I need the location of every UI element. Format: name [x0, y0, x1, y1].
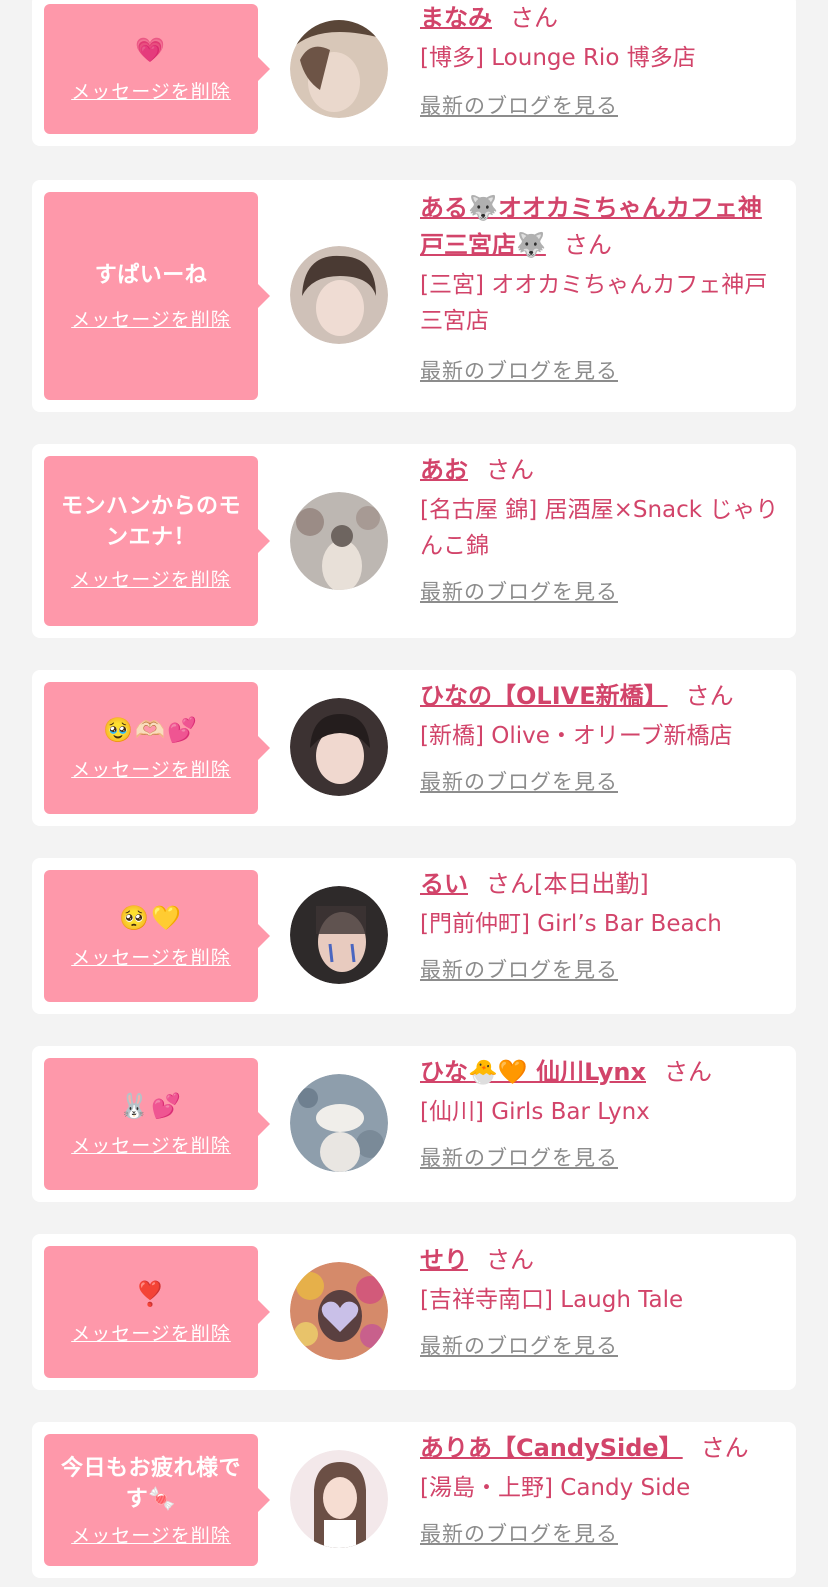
message-bubble: 🥹🫶🏻💕 メッセージを削除: [44, 682, 270, 814]
avatar-image: [290, 20, 388, 118]
message-text: 🥹🫶🏻💕: [103, 715, 199, 744]
cast-name-link[interactable]: せり: [420, 1246, 468, 1274]
honorific: さん: [664, 1058, 712, 1086]
avatar-image: [290, 1450, 388, 1548]
honorific: さん: [563, 231, 612, 259]
delete-message-link[interactable]: メッセージを削除: [71, 77, 231, 104]
latest-blog-link[interactable]: 最新のブログを見る: [420, 90, 618, 120]
message-card: モンハンからのモンエナ！ メッセージを削除 あお さん [名古屋 錦] 居酒屋×S…: [32, 444, 796, 638]
avatar[interactable]: [290, 492, 388, 590]
cast-name-line: あお さん: [420, 452, 782, 489]
shop-name: [吉祥寺南口] Laugh Tale: [420, 1287, 684, 1313]
delete-message-link[interactable]: メッセージを削除: [71, 1319, 231, 1346]
shop-name: [門前仲町] Girl’s Bar Beach: [420, 911, 722, 937]
shop-name: [三宮] オオカミちゃんカフェ神戸三宮店: [420, 272, 768, 334]
cast-name-line: まなみ さん: [420, 0, 782, 37]
avatar[interactable]: [290, 1074, 388, 1172]
avatar[interactable]: [290, 886, 388, 984]
honorific: さん: [486, 456, 534, 484]
avatar-image: [290, 246, 388, 344]
latest-blog-link[interactable]: 最新のブログを見る: [420, 766, 618, 796]
delete-message-link[interactable]: メッセージを削除: [71, 565, 231, 592]
latest-blog-link[interactable]: 最新のブログを見る: [420, 1518, 618, 1548]
message-card: 🥺💛 メッセージを削除 るい さん[本日出勤] [門前仲町] Girl’s Bar…: [32, 858, 796, 1014]
cast-name-line: るい さん[本日出勤]: [420, 866, 782, 903]
message-card: ❣️ メッセージを削除 せり さん [吉祥寺南口] Laugh Tale 最新のブ…: [32, 1234, 796, 1390]
avatar-image: [290, 1074, 388, 1172]
message-text: 🥺💛: [119, 903, 183, 932]
latest-blog-link[interactable]: 最新のブログを見る: [420, 576, 618, 606]
delete-message-link[interactable]: メッセージを削除: [71, 755, 231, 782]
message-list: 💗 メッセージを削除 まなみ さん [博多] Lounge Rio 博多店 最新の…: [0, 0, 828, 1587]
message-card: 今日もお疲れ様です🍬 メッセージを削除 ありあ【CandySide】 さん [湯島…: [32, 1422, 796, 1578]
avatar[interactable]: [290, 698, 388, 796]
cast-info: ひなの【OLIVE新橋】 さん [新橋] Olive・オリーブ新橋店 最新のブログ…: [420, 678, 782, 796]
cast-info: るい さん[本日出勤] [門前仲町] Girl’s Bar Beach 最新のブロ…: [420, 866, 782, 984]
shop-name: [博多] Lounge Rio 博多店: [420, 45, 696, 71]
message-bubble: モンハンからのモンエナ！ メッセージを削除: [44, 456, 270, 626]
cast-name-link[interactable]: るい: [420, 870, 468, 898]
cast-name-line: ひな🐣🧡 仙川Lynx さん: [420, 1054, 782, 1091]
message-card: 🥹🫶🏻💕 メッセージを削除 ひなの【OLIVE新橋】 さん [新橋] Olive・…: [32, 670, 796, 826]
latest-blog-link[interactable]: 最新のブログを見る: [420, 355, 618, 385]
message-card: すぱいーね メッセージを削除 ある🐺オオカミちゃんカフェ神戸三宮店🐺 さん [三宮…: [32, 180, 796, 412]
shop-name: [仙川] Girls Bar Lynx: [420, 1099, 650, 1125]
shop-name: [名古屋 錦] 居酒屋×Snack じゃりんこ錦: [420, 497, 779, 559]
cast-info: ありあ【CandySide】 さん [湯島・上野] Candy Side 最新のブ…: [420, 1430, 782, 1548]
honorific: さん: [486, 1246, 534, 1274]
cast-info: せり さん [吉祥寺南口] Laugh Tale 最新のブログを見る: [420, 1242, 782, 1360]
avatar[interactable]: [290, 1450, 388, 1548]
honorific: さん: [685, 682, 734, 710]
cast-name-line: ありあ【CandySide】 さん: [420, 1430, 782, 1467]
avatar-image: [290, 492, 388, 590]
message-bubble: ❣️ メッセージを削除: [44, 1246, 270, 1378]
message-text: モンハンからのモンエナ！: [60, 493, 241, 550]
avatar[interactable]: [290, 246, 388, 344]
delete-message-link[interactable]: メッセージを削除: [71, 305, 231, 332]
avatar[interactable]: [290, 20, 388, 118]
cast-info: あお さん [名古屋 錦] 居酒屋×Snack じゃりんこ錦 最新のブログを見る: [420, 452, 782, 606]
latest-blog-link[interactable]: 最新のブログを見る: [420, 1142, 618, 1172]
message-bubble: 🐰💕 メッセージを削除: [44, 1058, 270, 1190]
honorific: さん: [700, 1434, 749, 1462]
cast-name-link[interactable]: ひな🐣🧡 仙川Lynx: [420, 1058, 646, 1086]
message-bubble: すぱいーね メッセージを削除: [44, 192, 270, 400]
cast-name-link[interactable]: ひなの【OLIVE新橋】: [420, 682, 668, 710]
message-card: 💗 メッセージを削除 まなみ さん [博多] Lounge Rio 博多店 最新の…: [32, 0, 796, 146]
cast-name-line: ある🐺オオカミちゃんカフェ神戸三宮店🐺 さん: [420, 190, 782, 264]
cast-info: ある🐺オオカミちゃんカフェ神戸三宮店🐺 さん [三宮] オオカミちゃんカフェ神戸三…: [420, 190, 782, 385]
message-text: すぱいーね: [94, 263, 208, 288]
message-text: ❣️: [135, 1279, 167, 1308]
cast-info: まなみ さん [博多] Lounge Rio 博多店 最新のブログを見る: [420, 0, 782, 120]
delete-message-link[interactable]: メッセージを削除: [71, 943, 231, 970]
attendance-tag: [本日出勤]: [534, 870, 649, 898]
cast-name-line: せり さん: [420, 1242, 782, 1279]
avatar-image: [290, 698, 388, 796]
message-text: 💗: [135, 35, 167, 64]
avatar-image: [290, 886, 388, 984]
honorific: さん: [486, 870, 534, 898]
message-bubble: 💗 メッセージを削除: [44, 4, 270, 134]
cast-info: ひな🐣🧡 仙川Lynx さん [仙川] Girls Bar Lynx 最新のブログ…: [420, 1054, 782, 1172]
message-text: 🐰💕: [119, 1091, 183, 1120]
cast-name-link[interactable]: あお: [420, 456, 468, 484]
honorific: さん: [510, 4, 558, 32]
delete-message-link[interactable]: メッセージを削除: [71, 1131, 231, 1158]
avatar-image: [290, 1262, 388, 1360]
shop-name: [湯島・上野] Candy Side: [420, 1475, 691, 1501]
shop-name: [新橋] Olive・オリーブ新橋店: [420, 723, 733, 749]
message-bubble: 🥺💛 メッセージを削除: [44, 870, 270, 1002]
message-text: 今日もお疲れ様です🍬: [60, 1455, 241, 1512]
cast-name-line: ひなの【OLIVE新橋】 さん: [420, 678, 782, 715]
delete-message-link[interactable]: メッセージを削除: [71, 1521, 231, 1548]
latest-blog-link[interactable]: 最新のブログを見る: [420, 954, 618, 984]
cast-name-link[interactable]: まなみ: [420, 4, 492, 32]
cast-name-link[interactable]: ありあ【CandySide】: [420, 1434, 683, 1462]
latest-blog-link[interactable]: 最新のブログを見る: [420, 1330, 618, 1360]
message-card: 🐰💕 メッセージを削除 ひな🐣🧡 仙川Lynx さん [仙川] Girls Bar…: [32, 1046, 796, 1202]
message-bubble: 今日もお疲れ様です🍬 メッセージを削除: [44, 1434, 270, 1566]
avatar[interactable]: [290, 1262, 388, 1360]
